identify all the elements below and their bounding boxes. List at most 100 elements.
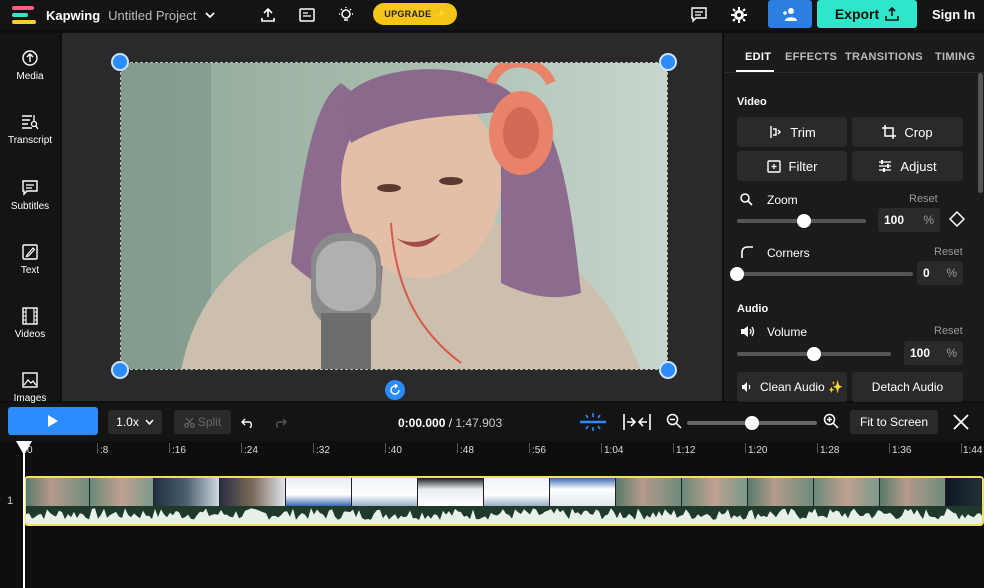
- timeline-toolbar: 1.0x Split 0:00.000 / 1:47.903 Fit to Sc…: [0, 403, 984, 441]
- gear-icon[interactable]: [729, 5, 749, 25]
- transcript-icon: [22, 115, 39, 130]
- ruler-tick: [97, 443, 98, 453]
- ruler-label: :24: [244, 445, 258, 456]
- subtitles-icon: [22, 180, 38, 196]
- upgrade-button[interactable]: UPGRADE ✨: [373, 3, 457, 25]
- edit-panel: EDIT EFFECTS TRANSITIONS TIMING Video Tr…: [724, 33, 984, 402]
- ruler-tick: [673, 443, 674, 453]
- filter-button[interactable]: Filter: [737, 151, 847, 181]
- brand-name: Kapwing: [46, 7, 101, 23]
- sidebar-item-videos[interactable]: Videos: [0, 307, 60, 357]
- corners-value-field[interactable]: 0 %: [917, 261, 963, 285]
- track-number: 1: [7, 495, 14, 507]
- zoom-in-icon[interactable]: [823, 413, 839, 429]
- corners-value: 0: [923, 266, 930, 280]
- ruler-label: :16: [172, 445, 186, 456]
- ruler-label: 1:28: [820, 445, 840, 456]
- video-track-clip[interactable]: [24, 476, 984, 526]
- audio-waveform: [26, 506, 982, 524]
- video-preview[interactable]: [120, 62, 668, 370]
- ruler-tick: [745, 443, 746, 453]
- ruler-label: 1:44: [963, 445, 983, 456]
- resize-handle-bottom-right[interactable]: [659, 361, 677, 379]
- trim-icon: [770, 126, 782, 138]
- play-icon: [48, 415, 58, 427]
- timeline-zoom-knob[interactable]: [745, 416, 759, 430]
- snap-magnet-icon[interactable]: [579, 413, 607, 431]
- split-button[interactable]: Split: [174, 410, 231, 434]
- undo-icon[interactable]: [241, 418, 255, 428]
- corners-slider-knob[interactable]: [730, 267, 744, 281]
- chevron-down-icon[interactable]: [204, 9, 216, 21]
- sidebar-item-transcript[interactable]: Transcript: [0, 113, 60, 163]
- rotate-handle[interactable]: [385, 380, 405, 400]
- video-frame-image: [121, 63, 667, 369]
- sidebar-item-media[interactable]: Media: [0, 49, 60, 99]
- volume-reset-button[interactable]: Reset: [934, 325, 963, 337]
- resize-handle-top-left[interactable]: [111, 53, 129, 71]
- tab-transitions[interactable]: TRANSITIONS: [845, 51, 923, 63]
- ruler-label: :48: [460, 445, 474, 456]
- volume-value-field[interactable]: 100 %: [904, 341, 963, 365]
- sliders-icon: [879, 160, 892, 172]
- zoom-reset-button[interactable]: Reset: [909, 193, 938, 205]
- close-icon[interactable]: [953, 414, 969, 430]
- fit-to-screen-button[interactable]: Fit to Screen: [850, 410, 938, 434]
- caption-icon[interactable]: [297, 5, 317, 25]
- redo-icon[interactable]: [273, 418, 287, 428]
- zoom-slider-knob[interactable]: [797, 214, 812, 228]
- fit-clips-icon[interactable]: [623, 413, 651, 431]
- sidebar-item-label: Videos: [14, 329, 46, 340]
- export-label: Export: [834, 6, 880, 22]
- ruler-tick: [529, 443, 530, 453]
- detach-audio-button[interactable]: Detach Audio: [852, 372, 963, 402]
- resize-handle-bottom-left[interactable]: [111, 361, 129, 379]
- tab-edit[interactable]: EDIT: [745, 51, 771, 63]
- ruler-label: 1:04: [604, 445, 624, 456]
- crop-label: Crop: [904, 124, 933, 140]
- project-title[interactable]: Untitled Project: [108, 8, 196, 23]
- playback-time: 0:00.000 / 1:47.903: [398, 416, 502, 430]
- volume-slider-knob[interactable]: [807, 347, 821, 361]
- playback-speed-select[interactable]: 1.0x: [108, 410, 162, 434]
- volume-unit: %: [946, 346, 957, 360]
- time-separator: /: [448, 416, 453, 430]
- kapwing-logo-icon[interactable]: [12, 4, 38, 26]
- play-button[interactable]: [8, 407, 98, 435]
- corners-reset-button[interactable]: Reset: [934, 246, 963, 258]
- corners-slider[interactable]: [737, 272, 913, 276]
- ruler-label: 1:20: [748, 445, 768, 456]
- zoom-out-icon[interactable]: [666, 413, 682, 429]
- current-time: 0:00.000: [398, 416, 446, 430]
- sidebar-item-subtitles[interactable]: Subtitles: [0, 179, 60, 229]
- ruler-label: :8: [100, 445, 109, 456]
- ruler-tick: [601, 443, 602, 453]
- volume-label: Volume: [767, 325, 808, 339]
- crop-button[interactable]: Crop: [852, 117, 963, 147]
- panel-scrollbar[interactable]: [978, 73, 983, 193]
- upload-icon: [22, 50, 38, 66]
- sidebar-item-label: Subtitles: [10, 201, 50, 212]
- ruler-tick: [961, 443, 962, 453]
- zoom-value-field[interactable]: 100 %: [878, 208, 940, 232]
- keyframe-diamond-icon[interactable]: [949, 211, 965, 227]
- sidebar-item-text[interactable]: Text: [0, 243, 60, 293]
- clean-audio-button[interactable]: Clean Audio ✨: [737, 372, 847, 402]
- share-upload-icon[interactable]: [258, 5, 278, 25]
- invite-user-button[interactable]: [768, 0, 812, 28]
- text-edit-icon: [22, 244, 38, 260]
- resize-handle-top-right[interactable]: [659, 53, 677, 71]
- ruler-label: 1:12: [676, 445, 696, 456]
- sign-in-link[interactable]: Sign In: [932, 7, 975, 22]
- zoom-value: 100: [884, 213, 905, 227]
- comments-icon[interactable]: [689, 5, 709, 25]
- lightbulb-icon[interactable]: [336, 5, 356, 25]
- timeline-ruler[interactable]: 0 :8 :16 :24 :32 :40 :48 :56 1:04 1:12 1…: [0, 441, 984, 461]
- ruler-tick: [889, 443, 890, 453]
- tab-timing[interactable]: TIMING: [935, 51, 975, 63]
- tab-effects[interactable]: EFFECTS: [785, 51, 837, 63]
- ruler-tick: [169, 443, 170, 453]
- adjust-button[interactable]: Adjust: [852, 151, 963, 181]
- trim-button[interactable]: Trim: [737, 117, 847, 147]
- export-button[interactable]: Export: [817, 0, 917, 28]
